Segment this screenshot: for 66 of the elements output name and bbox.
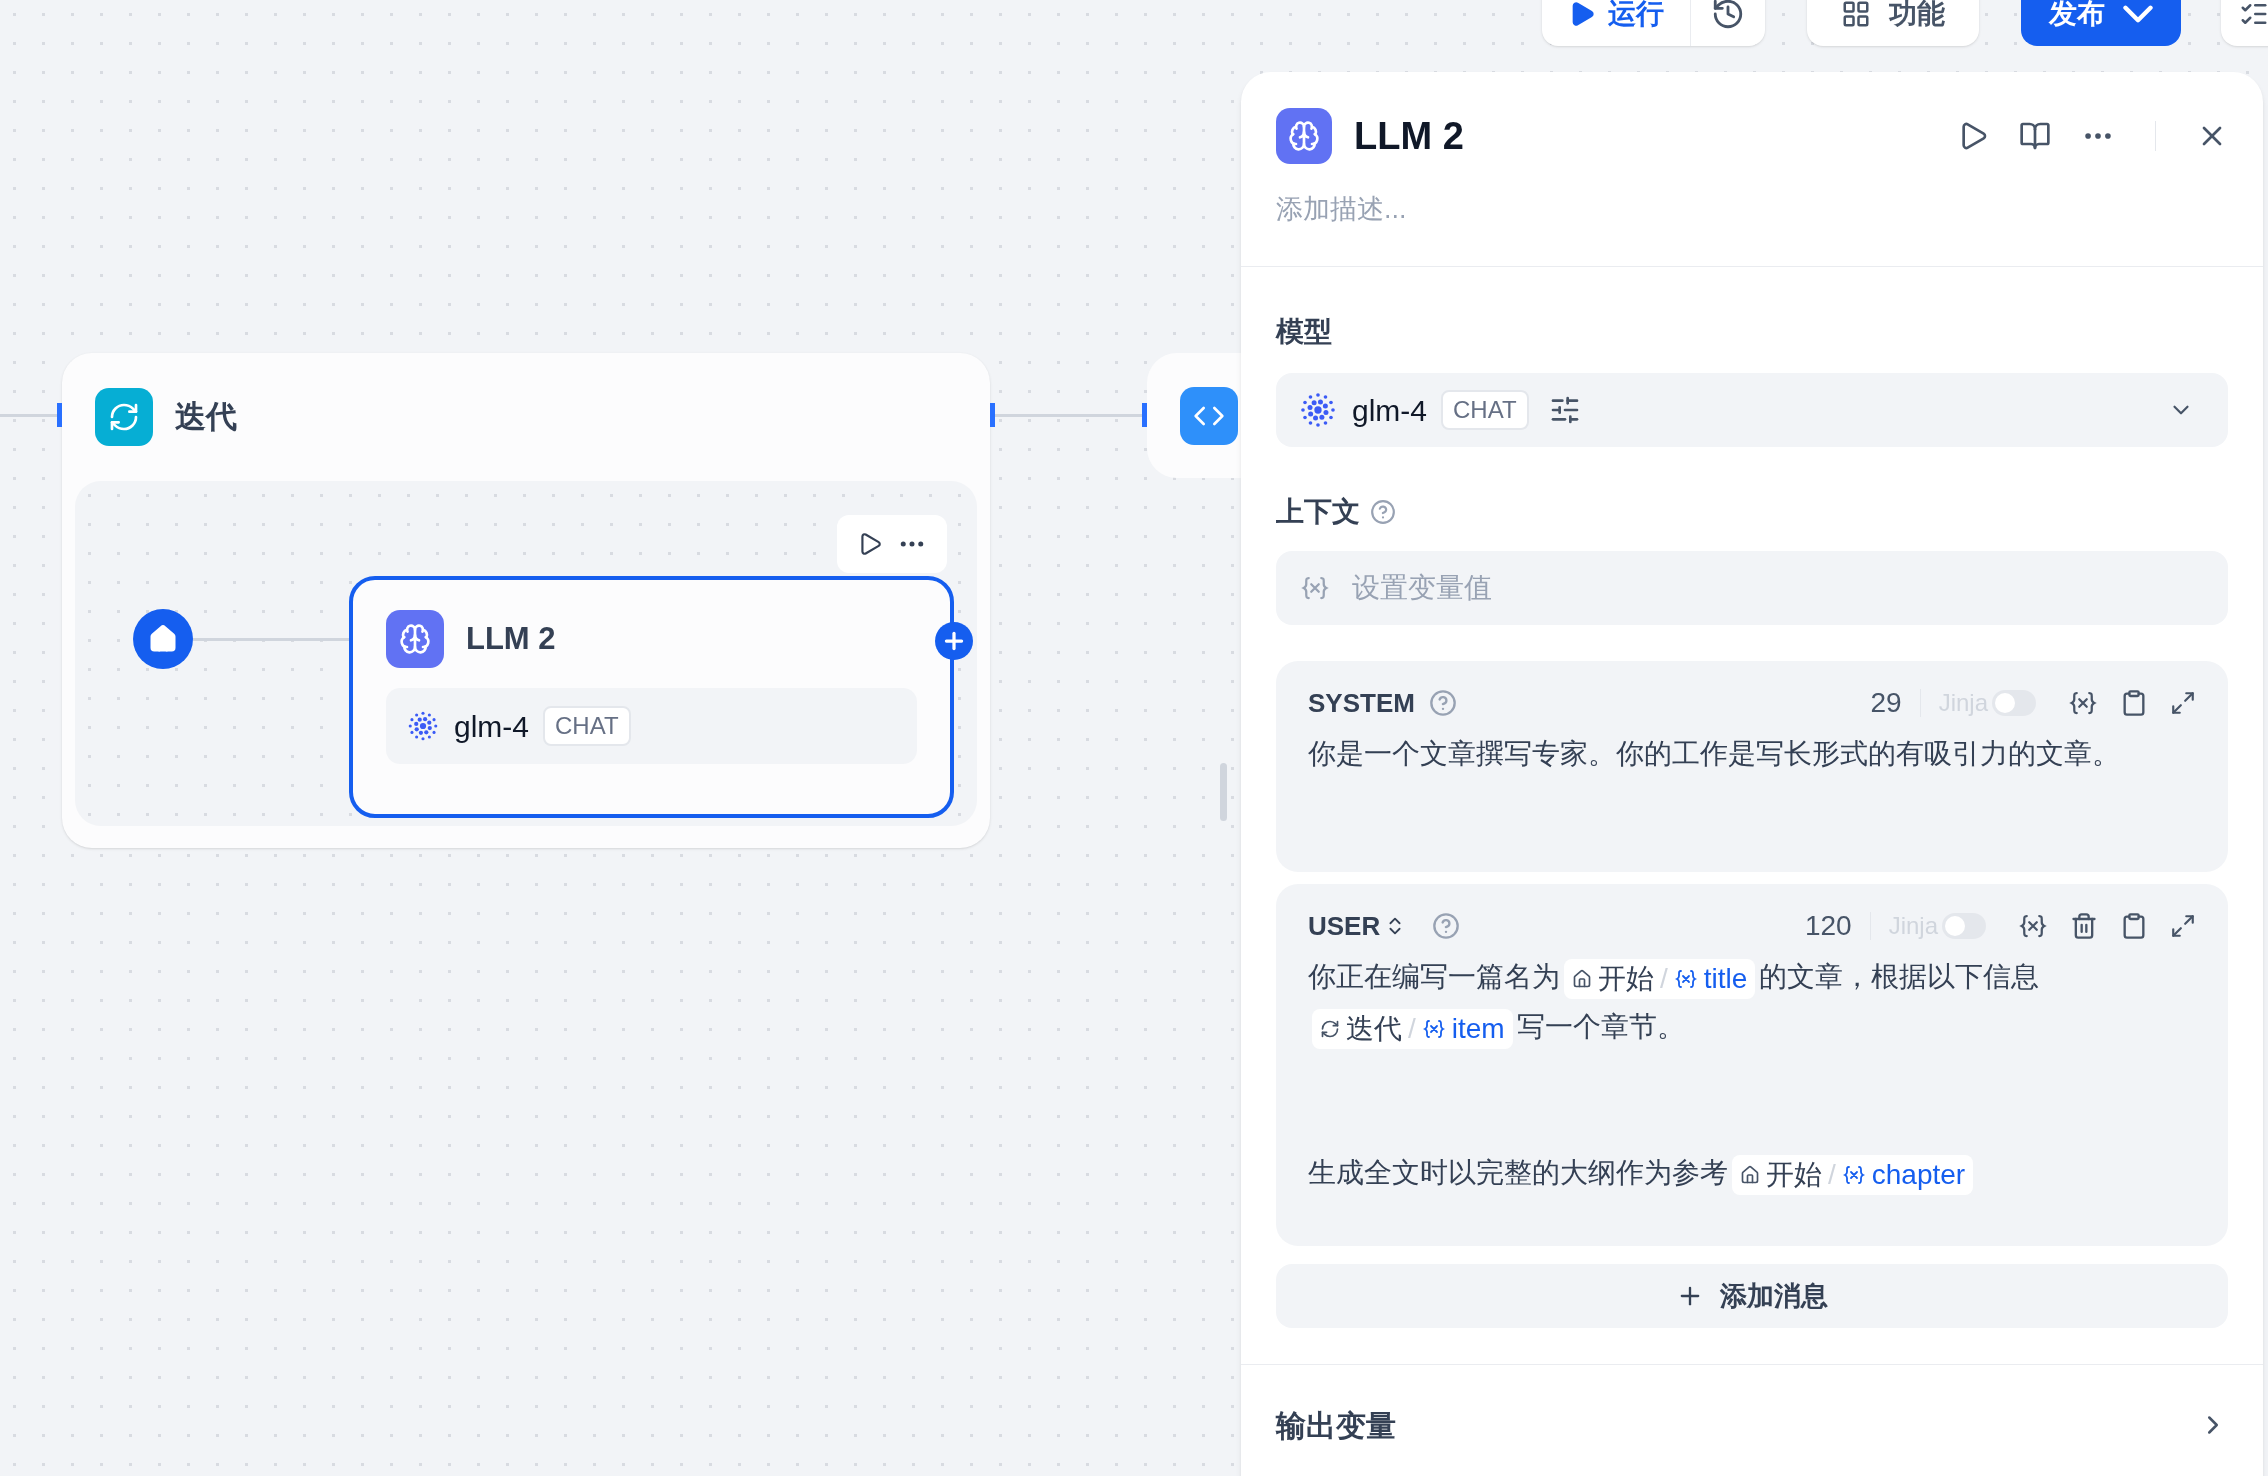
model-name: glm-4	[454, 708, 529, 745]
section-label: 模型	[1276, 315, 1333, 349]
start-node[interactable]	[133, 609, 193, 669]
node-name: 开始	[1598, 961, 1654, 996]
history-icon[interactable]	[1711, 0, 1745, 31]
llm-node[interactable]: LLM 2 glm-4 CHAT	[349, 576, 954, 818]
expand-icon[interactable]	[2170, 690, 2196, 716]
home-icon	[1740, 1164, 1760, 1185]
role-label: SYSTEM	[1308, 686, 1415, 720]
path-separator: /	[1660, 961, 1668, 996]
variable-tag[interactable]: 开始 / title	[1564, 958, 1756, 999]
scrollbar[interactable]	[1220, 763, 1227, 821]
code-icon	[1180, 386, 1238, 445]
home-icon	[148, 624, 178, 654]
token-count: 120	[1804, 909, 1852, 943]
mode-badge: CHAT	[1441, 390, 1529, 430]
role-label[interactable]: USER	[1308, 906, 1381, 946]
path-separator: /	[1828, 1157, 1836, 1192]
placeholder-text: 设置变量值	[1352, 571, 1492, 605]
publish-button[interactable]: 发布	[2021, 0, 2181, 46]
add-node-handle[interactable]	[935, 622, 973, 660]
prompt-text[interactable]: 你正在编写一篇名为 开始 / title 的文章，根据以下信息 迭代 / item 写一个章节。	[1308, 952, 2196, 1052]
section-label: 上下文	[1276, 495, 1360, 529]
jinja-toggle[interactable]	[1942, 913, 1986, 939]
home-icon	[1572, 968, 1592, 989]
node-handle[interactable]	[990, 403, 995, 427]
node-name: 迭代	[1346, 1011, 1402, 1046]
features-button[interactable]: 功能	[1807, 0, 1979, 46]
node-handle[interactable]	[57, 403, 62, 427]
variable-name: chapter	[1871, 1157, 1966, 1192]
brain-icon	[1276, 108, 1332, 164]
help-icon[interactable]	[1370, 499, 1396, 525]
brain-icon	[386, 610, 444, 668]
prompt-text[interactable]: 你是一个文章撰写专家。你的工作是写长形式的有吸引力的文章。	[1308, 729, 2196, 779]
model-name: glm-4	[1352, 392, 1427, 429]
section-label: 输出变量	[1276, 1407, 1396, 1444]
model-logo-icon	[406, 709, 440, 743]
add-message-button[interactable]: 添加消息	[1276, 1264, 2228, 1328]
variable-tag[interactable]: 开始 / chapter	[1732, 1154, 1974, 1195]
expand-icon[interactable]	[2170, 913, 2196, 939]
node-handle[interactable]	[1142, 403, 1147, 427]
model-logo-icon	[1298, 390, 1338, 430]
node-name: 开始	[1766, 1157, 1822, 1192]
jinja-toggle[interactable]	[1992, 690, 2036, 716]
variable-name: item	[1451, 1011, 1505, 1046]
iteration-node[interactable]: 迭代 LLM 2 glm-4 CHAT	[62, 353, 990, 848]
token-count: 29	[1870, 686, 1902, 720]
delete-icon[interactable]	[2070, 912, 2098, 940]
mode-badge: CHAT	[543, 706, 631, 746]
loop-icon	[95, 388, 153, 446]
loop-icon	[1320, 1018, 1340, 1039]
path-separator: /	[1408, 1011, 1416, 1046]
book-icon[interactable]	[2019, 120, 2051, 152]
variable-name: title	[1703, 961, 1748, 996]
output-variables-section[interactable]: 输出变量	[1241, 1365, 2263, 1476]
node-title: 迭代	[175, 397, 237, 436]
model-select[interactable]: glm-4 CHAT	[1276, 373, 2228, 447]
chevron-down-icon	[2123, 5, 2153, 23]
run-button[interactable]: 运行	[1542, 0, 1690, 46]
description-field[interactable]: 添加描述...	[1276, 184, 2228, 234]
variable-tag[interactable]: 迭代 / item	[1312, 1008, 1513, 1049]
code-node[interactable]	[1147, 353, 1241, 478]
prompt-text[interactable]: 生成全文时以完整的大纲作为参考 开始 / chapter	[1308, 1148, 2196, 1198]
node-title: LLM 2	[466, 619, 556, 658]
grid-icon	[1841, 0, 1871, 29]
panel-title[interactable]: LLM 2	[1354, 107, 1464, 165]
